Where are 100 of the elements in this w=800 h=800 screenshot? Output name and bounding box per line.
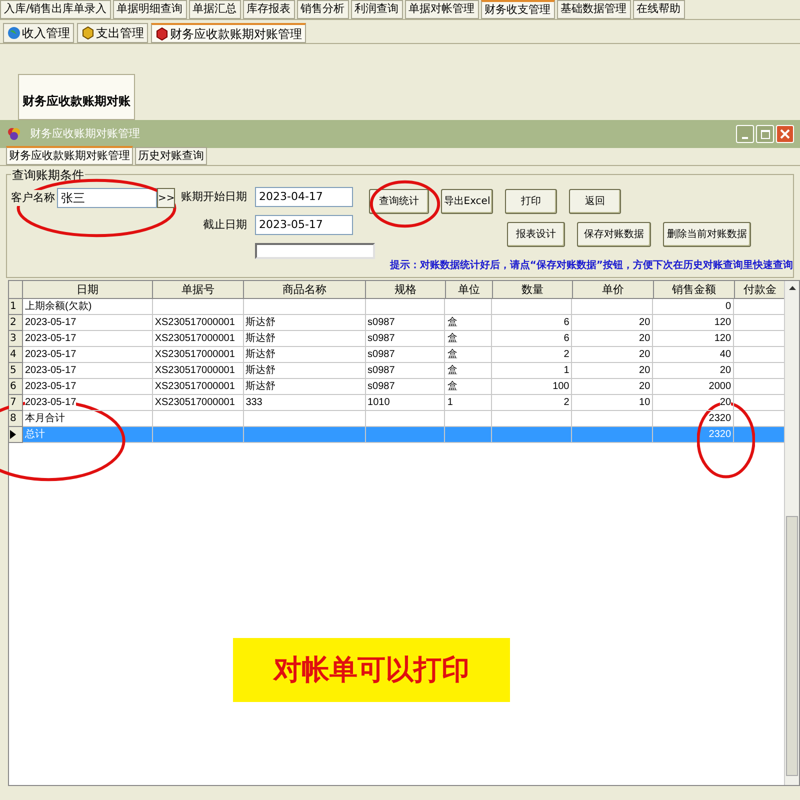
table-cell: 2023-05-17 — [22, 363, 153, 379]
globe-icon — [7, 26, 21, 40]
menu-tab[interactable]: 单据汇总 — [188, 0, 241, 19]
row-header: 5 — [9, 363, 23, 379]
hint-text: 提示：对账数据统计好后，请点“保存对账数据”按钮，方便下次在历史对账查询里快速查询 — [390, 258, 793, 273]
table-cell: 2 — [492, 395, 572, 411]
table-row[interactable]: 7 2023-05-17 XS230517000001 333 1010 1 2 10 20 — [9, 395, 785, 411]
table-cell: 0 — [653, 299, 734, 315]
table-cell: 120 — [653, 315, 734, 331]
table-cell: 斯达舒 — [244, 363, 366, 379]
table-cell: XS230517000001 — [152, 363, 244, 379]
table-cell — [445, 299, 492, 315]
table-cell: XS230517000001 — [152, 315, 244, 331]
table-cell: s0987 — [366, 363, 446, 379]
toolbar-button[interactable]: 打印 — [505, 189, 557, 214]
column-header[interactable]: 单价 — [573, 281, 654, 299]
table-cell: 120 — [653, 331, 734, 347]
table-row[interactable]: 1 上期余额(欠款) 0 — [9, 299, 785, 315]
start-date-field[interactable]: 2023-04-17 — [255, 187, 353, 207]
toolbar-button[interactable]: 保存对账数据 — [577, 222, 651, 247]
table-cell: s0987 — [366, 379, 446, 395]
table-cell: XS230517000001 — [152, 395, 244, 411]
menu-tab[interactable]: 销售分析 — [296, 0, 349, 19]
table-cell: 10 — [572, 395, 654, 411]
table-cell: XS230517000001 — [152, 331, 244, 347]
table-cell: 2000 — [653, 379, 734, 395]
table-cell: 2 — [492, 347, 572, 363]
table-cell: 20 — [653, 363, 734, 379]
module-button[interactable]: 财务应收款账期对账 — [18, 74, 135, 120]
column-header[interactable]: 单据号 — [153, 281, 244, 299]
table-cell: 斯达舒 — [244, 379, 366, 395]
table-cell: 2320 — [653, 427, 734, 443]
toolbar-button[interactable]: 删除当前对账数据 — [663, 222, 751, 247]
toolbar-button[interactable]: 查询统计 — [369, 189, 429, 214]
table-cell — [445, 427, 492, 443]
toolbar-button[interactable]: 导出Excel — [441, 189, 493, 214]
module-tab[interactable]: 收入管理 — [3, 23, 74, 43]
table-cell: 斯达舒 — [244, 347, 366, 363]
window-tab[interactable]: 财务应收款账期对账管理 — [6, 146, 133, 165]
table-cell: 斯达舒 — [244, 331, 366, 347]
vertical-scrollbar[interactable] — [784, 281, 799, 785]
row-header: 8 — [9, 411, 23, 427]
row-header: 4 — [9, 347, 23, 363]
box-icon — [81, 26, 95, 40]
table-cell: 2023-05-17 — [22, 395, 153, 411]
table-cell: 2023-05-17 — [22, 347, 153, 363]
table-cell: s0987 — [366, 315, 446, 331]
row-header: 7 — [9, 395, 23, 411]
column-header[interactable]: 日期 — [23, 281, 153, 299]
picker-button[interactable]: >> — [157, 188, 175, 208]
table-row[interactable]: 6 2023-05-17 XS230517000001 斯达舒 s0987 盒 100 20 2000 — [9, 379, 785, 395]
window-tab[interactable]: 历史对账查询 — [135, 146, 207, 165]
table-cell: 333 — [244, 395, 366, 411]
table-cell: 1010 — [366, 395, 446, 411]
app-logo-icon — [6, 126, 22, 142]
field-label: 截止日期 — [203, 216, 247, 233]
table-cell: 20 — [572, 347, 654, 363]
column-header[interactable]: 商品名称 — [244, 281, 366, 299]
menu-tab[interactable]: 单据对帐管理 — [404, 0, 479, 19]
row-header: 2 — [9, 315, 23, 331]
table-cell: 1 — [492, 363, 572, 379]
table-cell: 盒 — [445, 331, 492, 347]
minimize-button[interactable] — [736, 125, 754, 143]
end-date-field[interactable]: 2023-05-17 — [255, 215, 353, 235]
table-cell: 20 — [572, 363, 654, 379]
table-row[interactable]: 2 2023-05-17 XS230517000001 斯达舒 s0987 盒 6 20 120 — [9, 315, 785, 331]
table-cell: s0987 — [366, 331, 446, 347]
table-row[interactable]: 5 2023-05-17 XS230517000001 斯达舒 s0987 盒 1 20 20 — [9, 363, 785, 379]
field-label: 客户名称 — [11, 190, 55, 206]
module-tab[interactable]: 财务应收款账期对账管理 — [151, 23, 306, 43]
maximize-button[interactable] — [756, 125, 774, 143]
table-cell: 20 — [572, 331, 654, 347]
menu-tab[interactable]: 入库/销售出库单录入 — [0, 0, 111, 19]
table-cell: 40 — [653, 347, 734, 363]
menu-tab[interactable]: 利润查询 — [350, 0, 403, 19]
menu-tab[interactable]: 基础数据管理 — [556, 0, 631, 19]
module-tab[interactable]: 支出管理 — [77, 23, 148, 43]
table-cell: 总计 — [22, 427, 153, 443]
column-header[interactable]: 数量 — [493, 281, 573, 299]
customer-field[interactable]: 张三 — [57, 188, 157, 208]
toolbar-button[interactable]: 报表设计 — [507, 222, 565, 247]
menu-tab[interactable]: 财务收支管理 — [480, 0, 555, 19]
column-header[interactable]: 单位 — [446, 281, 493, 299]
table-cell: 20 — [572, 315, 654, 331]
table-cell: 6 — [492, 331, 572, 347]
input-field[interactable] — [255, 243, 375, 259]
menu-tab[interactable]: 在线帮助 — [632, 0, 685, 19]
table-row[interactable]: 3 2023-05-17 XS230517000001 斯达舒 s0987 盒 6 20 120 — [9, 331, 785, 347]
toolbar-button[interactable]: 返回 — [569, 189, 621, 214]
column-header[interactable]: 规格 — [366, 281, 446, 299]
row-header: 3 — [9, 331, 23, 347]
table-cell: 20 — [653, 395, 734, 411]
close-icon — [780, 129, 790, 139]
table-row[interactable]: 4 2023-05-17 XS230517000001 斯达舒 s0987 盒 2 20 40 — [9, 347, 785, 363]
close-button[interactable] — [776, 125, 794, 143]
cube-icon — [155, 26, 169, 40]
menu-tab[interactable]: 单据明细查询 — [112, 0, 187, 19]
table-cell: 2023-05-17 — [22, 315, 153, 331]
column-header[interactable]: 销售金额 — [654, 281, 735, 299]
menu-tab[interactable]: 库存报表 — [242, 0, 295, 19]
